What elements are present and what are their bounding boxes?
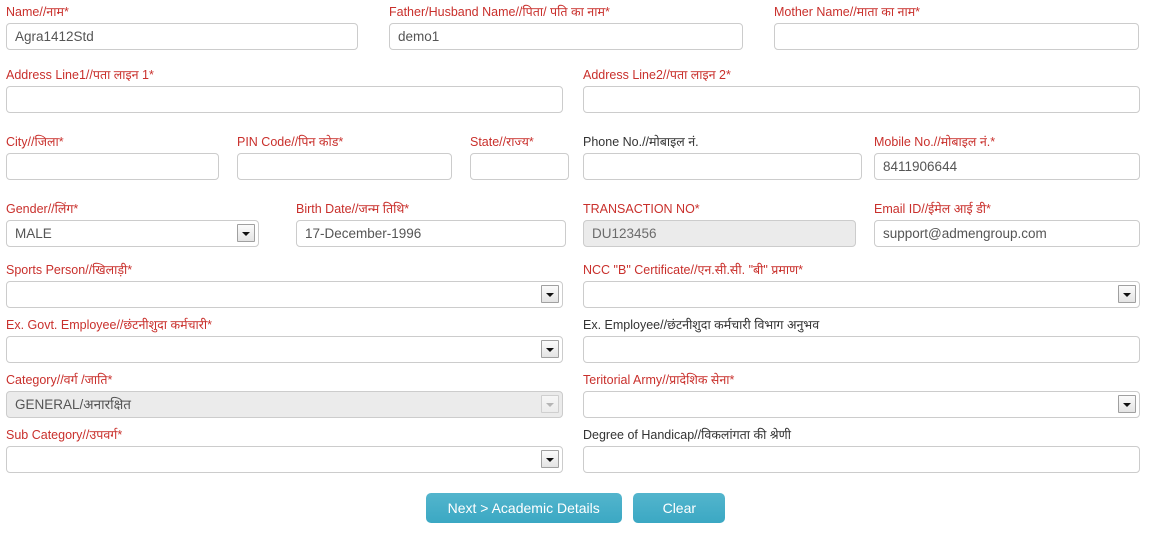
chevron-down-icon	[541, 395, 559, 413]
label-father-husband-name: Father/Husband Name//पिता/ पति का नाम*	[389, 5, 610, 19]
label-phone-no: Phone No.//मोबाइल नं.	[583, 135, 699, 149]
name-input[interactable]	[6, 23, 358, 50]
field-ex-govt-employee: Ex. Govt. Employee//छंटनीशुदा कर्मचारी*	[6, 318, 563, 363]
state-input[interactable]	[470, 153, 569, 180]
field-category: Category//वर्ग /जाति* GENERAL/अनारक्षित	[6, 373, 563, 418]
field-pin-code: PIN Code//पिन कोड*	[237, 135, 452, 180]
sports-person-select-box[interactable]	[6, 281, 563, 308]
transaction-no-input	[583, 220, 856, 247]
label-address-line1: Address Line1//पता लाइन 1*	[6, 68, 154, 82]
field-ex-employee-dept-experience: Ex. Employee//छंटनीशुदा कर्मचारी विभाग अ…	[583, 318, 1140, 363]
chevron-down-icon[interactable]	[541, 450, 559, 468]
label-email-id: Email ID//ईमेल आई डी*	[874, 202, 991, 216]
label-ncc-b-certificate: NCC "B" Certificate//एन.सी.सी. "बी" प्रम…	[583, 263, 804, 277]
field-email-id: Email ID//ईमेल आई डी*	[874, 202, 1140, 247]
mobile-no-input[interactable]	[874, 153, 1140, 180]
address-line1-input[interactable]	[6, 86, 563, 113]
ncc-b-certificate-select-box[interactable]	[583, 281, 1140, 308]
field-degree-of-handicap: Degree of Handicap//विकलांगता की श्रेणी	[583, 428, 1140, 473]
sub-category-select[interactable]	[6, 446, 563, 473]
field-state: State//राज्य*	[470, 135, 569, 180]
label-gender: Gender//लिंग*	[6, 202, 79, 216]
field-phone-no: Phone No.//मोबाइल नं.	[583, 135, 862, 180]
ex-employee-dept-experience-input[interactable]	[583, 336, 1140, 363]
field-teritorial-army: Teritorial Army//प्रादेशिक सेना*	[583, 373, 1140, 418]
birth-date-input[interactable]	[296, 220, 566, 247]
field-address-line2: Address Line2//पता लाइन 2*	[583, 68, 1140, 113]
ncc-b-certificate-select[interactable]	[583, 281, 1140, 308]
field-mobile-no: Mobile No.//मोबाइल नं.*	[874, 135, 1140, 180]
ex-govt-employee-select-box[interactable]	[6, 336, 563, 363]
chevron-down-icon[interactable]	[541, 285, 559, 303]
teritorial-army-select[interactable]	[583, 391, 1140, 418]
field-sports-person: Sports Person//खिलाड़ी*	[6, 263, 563, 308]
label-sub-category: Sub Category//उपवर्ग*	[6, 428, 123, 442]
sports-person-select[interactable]	[6, 281, 563, 308]
field-city: City//जिला*	[6, 135, 219, 180]
email-id-input[interactable]	[874, 220, 1140, 247]
label-pin-code: PIN Code//पिन कोड*	[237, 135, 344, 149]
chevron-down-icon[interactable]	[237, 224, 255, 242]
teritorial-army-select-box[interactable]	[583, 391, 1140, 418]
category-select: GENERAL/अनारक्षित	[6, 391, 563, 418]
label-state: State//राज्य*	[470, 135, 534, 149]
category-select-box	[6, 391, 563, 418]
field-transaction-no: TRANSACTION NO*	[583, 202, 856, 247]
clear-button[interactable]: Clear	[633, 493, 726, 523]
field-sub-category: Sub Category//उपवर्ग*	[6, 428, 563, 473]
label-teritorial-army: Teritorial Army//प्रादेशिक सेना*	[583, 373, 735, 387]
chevron-down-icon[interactable]	[541, 340, 559, 358]
gender-select[interactable]: MALE	[6, 220, 259, 247]
label-mobile-no: Mobile No.//मोबाइल नं.*	[874, 135, 996, 149]
student-registration-form: Name//नाम* Father/Husband Name//पिता/ पत…	[0, 0, 1151, 533]
field-name: Name//नाम*	[6, 5, 358, 50]
chevron-down-icon[interactable]	[1118, 285, 1136, 303]
label-birth-date: Birth Date//जन्म तिथि*	[296, 202, 410, 216]
chevron-down-icon[interactable]	[1118, 395, 1136, 413]
form-actions: Next > Academic Details Clear	[0, 493, 1151, 523]
field-father-husband-name: Father/Husband Name//पिता/ पति का नाम*	[389, 5, 743, 50]
label-name: Name//नाम*	[6, 5, 69, 19]
city-input[interactable]	[6, 153, 219, 180]
label-ex-govt-employee: Ex. Govt. Employee//छंटनीशुदा कर्मचारी*	[6, 318, 212, 332]
label-address-line2: Address Line2//पता लाइन 2*	[583, 68, 731, 82]
mother-name-input[interactable]	[774, 23, 1139, 50]
next-academic-details-button[interactable]: Next > Academic Details	[425, 493, 622, 523]
label-city: City//जिला*	[6, 135, 64, 149]
field-address-line1: Address Line1//पता लाइन 1*	[6, 68, 563, 113]
gender-select-box[interactable]	[6, 220, 259, 247]
degree-of-handicap-input[interactable]	[583, 446, 1140, 473]
pin-code-input[interactable]	[237, 153, 452, 180]
label-degree-of-handicap: Degree of Handicap//विकलांगता की श्रेणी	[583, 428, 791, 442]
field-birth-date: Birth Date//जन्म तिथि*	[296, 202, 566, 247]
sub-category-select-box[interactable]	[6, 446, 563, 473]
phone-no-input[interactable]	[583, 153, 862, 180]
label-category: Category//वर्ग /जाति*	[6, 373, 113, 387]
label-transaction-no: TRANSACTION NO*	[583, 202, 700, 216]
label-sports-person: Sports Person//खिलाड़ी*	[6, 263, 133, 277]
label-ex-employee-dept-experience: Ex. Employee//छंटनीशुदा कर्मचारी विभाग अ…	[583, 318, 820, 332]
ex-govt-employee-select[interactable]	[6, 336, 563, 363]
field-ncc-b-certificate: NCC "B" Certificate//एन.सी.सी. "बी" प्रम…	[583, 263, 1140, 308]
field-mother-name: Mother Name//माता का नाम*	[774, 5, 1139, 50]
address-line2-input[interactable]	[583, 86, 1140, 113]
father-husband-name-input[interactable]	[389, 23, 743, 50]
label-mother-name: Mother Name//माता का नाम*	[774, 5, 921, 19]
field-gender: Gender//लिंग* MALE	[6, 202, 259, 247]
